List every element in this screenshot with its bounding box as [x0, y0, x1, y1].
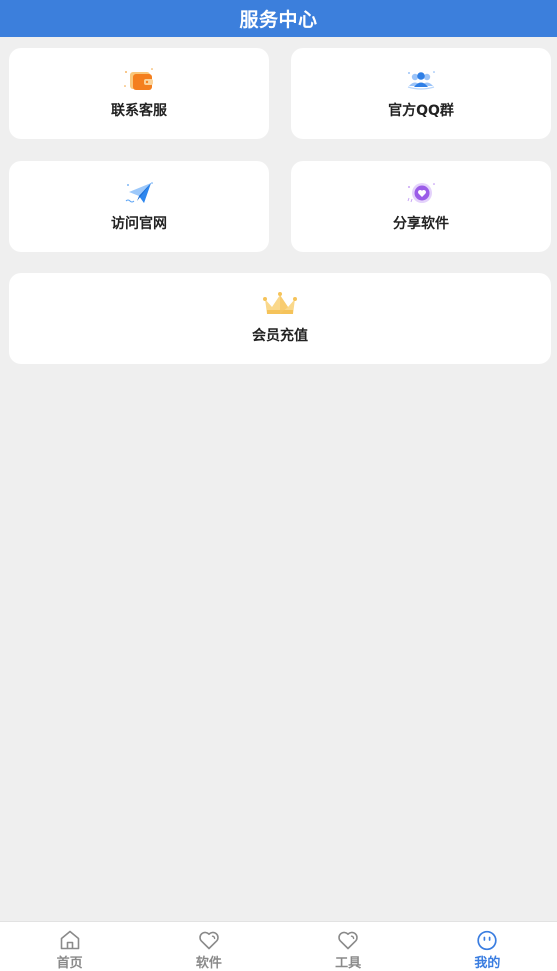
heart-badge-icon: [407, 183, 435, 203]
service-label: 访问官网: [111, 216, 167, 232]
crown-icon: [263, 292, 297, 314]
service-card-visit-website[interactable]: 访问官网: [9, 161, 269, 252]
tab-software[interactable]: 软件: [139, 922, 278, 971]
tab-label: 我的: [474, 956, 501, 971]
service-card-vip-recharge[interactable]: 会员充值: [9, 273, 551, 364]
tab-label: 工具: [335, 956, 362, 971]
home-icon: [60, 930, 79, 950]
page-title: 服务中心: [239, 9, 318, 31]
tab-label: 软件: [195, 956, 222, 971]
group-users-icon: [407, 71, 435, 90]
wallet-icon: [124, 68, 153, 90]
service-card-qq-group[interactable]: 官方QQ群: [291, 48, 551, 139]
service-label: 分享软件: [393, 216, 449, 232]
heart-icon: [199, 931, 219, 950]
heart-icon: [338, 931, 358, 950]
tab-mine[interactable]: 我的: [418, 922, 557, 971]
header-bar: 服务中心: [0, 0, 557, 37]
service-label: 联系客服: [111, 103, 167, 119]
bottom-tab-bar: 首页 软件 工具 我的: [0, 921, 557, 971]
service-card-contact-support[interactable]: 联系客服: [9, 48, 269, 139]
tab-home[interactable]: 首页: [0, 922, 139, 971]
service-label: 会员充值: [252, 328, 308, 344]
tab-tools[interactable]: 工具: [279, 922, 418, 971]
service-label: 官方QQ群: [388, 103, 454, 119]
service-card-share-app[interactable]: 分享软件: [291, 161, 551, 252]
paper-plane-icon: [125, 182, 153, 203]
tab-label: 首页: [56, 956, 83, 971]
face-icon: [477, 930, 498, 951]
